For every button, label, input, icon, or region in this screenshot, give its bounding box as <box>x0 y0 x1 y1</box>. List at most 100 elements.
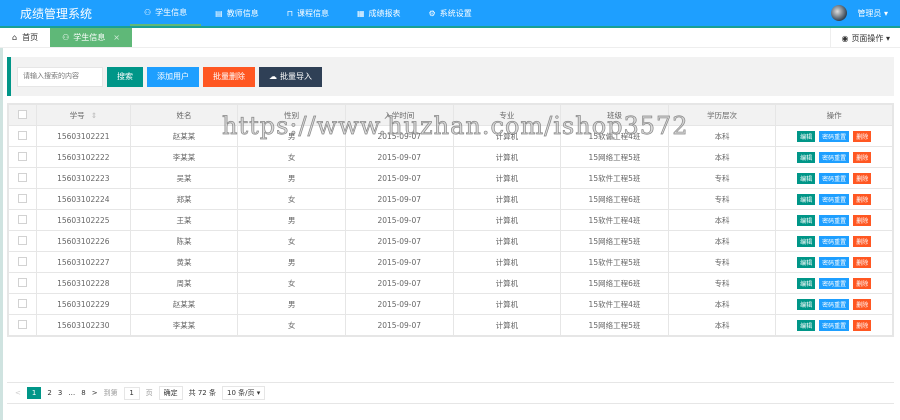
reset-password-button[interactable]: 密码重置 <box>819 193 850 205</box>
page-button[interactable]: 3 <box>58 389 62 397</box>
table-cell: 2015-09-07 <box>344 125 454 147</box>
search-input[interactable] <box>17 66 103 87</box>
reset-password-button[interactable]: 密码重置 <box>819 214 850 226</box>
book-icon: ▤ <box>215 8 223 18</box>
sort-icon[interactable]: ⇕ <box>91 111 97 120</box>
checkbox[interactable] <box>17 277 27 287</box>
next-page[interactable]: > <box>92 389 98 397</box>
edit-button[interactable]: 编辑 <box>797 277 816 289</box>
reset-password-button[interactable]: 密码重置 <box>819 256 850 268</box>
row-select[interactable] <box>8 188 37 210</box>
delete-button[interactable]: 删除 <box>853 193 872 205</box>
column-header: 班级 <box>560 104 669 126</box>
table-cell: 男 <box>237 251 346 273</box>
page-input[interactable]: 1 <box>123 386 140 400</box>
table-cell: 李某某 <box>129 146 239 168</box>
checkbox[interactable] <box>17 109 27 119</box>
row-select[interactable] <box>8 209 37 231</box>
edit-button[interactable]: 编辑 <box>797 151 816 163</box>
page-button[interactable]: 2 <box>47 389 51 397</box>
checkbox[interactable] <box>17 130 27 140</box>
batch-import-button[interactable]: ☁ 批量导入 <box>259 66 322 87</box>
delete-button[interactable]: 删除 <box>853 298 872 310</box>
nav-label: 学生信息 <box>155 7 188 17</box>
checkbox[interactable] <box>17 256 27 266</box>
row-select[interactable] <box>8 251 37 273</box>
delete-button[interactable]: 删除 <box>853 277 872 289</box>
nav-item[interactable]: ▤ 教师信息 <box>201 0 273 26</box>
close-icon[interactable]: × <box>113 33 120 42</box>
reset-password-button[interactable]: 密码重置 <box>819 298 850 310</box>
row-select[interactable] <box>8 167 37 189</box>
actions-cell: 编辑 密码重置 删除 <box>775 230 893 252</box>
reset-password-button[interactable]: 密码重置 <box>819 130 850 142</box>
edit-button[interactable]: 编辑 <box>797 214 816 226</box>
table-cell: 15网络工程5班 <box>560 146 669 168</box>
table-cell: 15网络工程6班 <box>560 272 669 294</box>
row-select[interactable] <box>8 314 37 336</box>
edit-button[interactable]: 编辑 <box>797 298 816 310</box>
delete-button[interactable]: 删除 <box>853 319 872 331</box>
edit-button[interactable]: 编辑 <box>797 130 816 142</box>
delete-button[interactable]: 删除 <box>853 172 872 184</box>
row-select[interactable] <box>8 293 37 315</box>
row-select[interactable] <box>8 230 37 252</box>
delete-button[interactable]: 删除 <box>853 130 872 142</box>
delete-button[interactable]: 删除 <box>853 151 872 163</box>
app-title: 成绩管理系统 <box>20 6 93 21</box>
reset-password-button[interactable]: 密码重置 <box>819 277 850 289</box>
edit-button[interactable]: 编辑 <box>797 235 816 247</box>
tab-home-label: 首页 <box>22 33 39 42</box>
select-all[interactable] <box>8 104 37 126</box>
header-label: 学历层次 <box>707 110 738 120</box>
table-cell: 本科 <box>667 293 777 315</box>
delete-button[interactable]: 删除 <box>853 214 872 226</box>
reset-password-button[interactable]: 密码重置 <box>819 319 850 331</box>
table-cell: 周某 <box>129 272 239 294</box>
row-select[interactable] <box>8 146 37 168</box>
user-menu[interactable]: 管理员 ▾ <box>831 5 888 21</box>
table-cell: 15603102229 <box>35 293 131 315</box>
checkbox[interactable] <box>17 151 27 161</box>
checkbox[interactable] <box>17 193 27 203</box>
prev-page[interactable]: < <box>15 389 21 397</box>
tab-home[interactable]: ⌂ 首页 <box>0 28 50 47</box>
page-ops-button[interactable]: ◉ 页面操作 ▾ <box>830 28 900 48</box>
nav-item[interactable]: ⚙ 系统设置 <box>415 0 486 26</box>
checkbox[interactable] <box>17 172 27 182</box>
checkbox[interactable] <box>17 235 27 245</box>
edit-button[interactable]: 编辑 <box>797 256 816 268</box>
tab-student[interactable]: ⚇ 学生信息 × <box>50 28 132 47</box>
nav-item[interactable]: ▦ 成绩报表 <box>343 0 415 26</box>
confirm-button[interactable]: 确定 <box>158 386 183 400</box>
nav-item[interactable]: ⊓ 课程信息 <box>273 0 343 26</box>
checkbox[interactable] <box>17 298 27 308</box>
table-cell: 15603102221 <box>35 125 131 147</box>
add-user-button[interactable]: 添加用户 <box>147 66 199 87</box>
column-header[interactable]: 学号 ⇕ <box>35 104 131 126</box>
table-cell: 15软件工程4班 <box>560 125 669 147</box>
nav-item[interactable]: ⚇ 学生信息 <box>130 0 202 26</box>
search-button[interactable]: 搜索 <box>107 66 143 87</box>
reset-password-button[interactable]: 密码重置 <box>819 235 850 247</box>
edit-button[interactable]: 编辑 <box>797 172 816 184</box>
table-cell: 15软件工程4班 <box>560 293 669 315</box>
edit-button[interactable]: 编辑 <box>797 319 816 331</box>
row-select[interactable] <box>8 272 37 294</box>
reset-password-button[interactable]: 密码重置 <box>819 151 850 163</box>
column-header: 入学时间 <box>344 104 454 126</box>
row-select[interactable] <box>8 125 37 147</box>
per-page-select[interactable]: 10 条/页 ▾ <box>221 386 266 400</box>
reset-password-button[interactable]: 密码重置 <box>819 172 850 184</box>
page-button[interactable]: 8 <box>81 389 85 397</box>
delete-button[interactable]: 删除 <box>853 235 872 247</box>
checkbox[interactable] <box>17 214 27 224</box>
table-cell: 2015-09-07 <box>344 314 454 336</box>
batch-delete-button[interactable]: 批量删除 <box>203 66 255 87</box>
page-button[interactable]: 1 <box>26 387 42 399</box>
column-header: 操作 <box>775 104 893 126</box>
table-cell: 2015-09-07 <box>344 167 454 189</box>
delete-button[interactable]: 删除 <box>853 256 872 268</box>
edit-button[interactable]: 编辑 <box>797 193 816 205</box>
checkbox[interactable] <box>17 319 27 329</box>
